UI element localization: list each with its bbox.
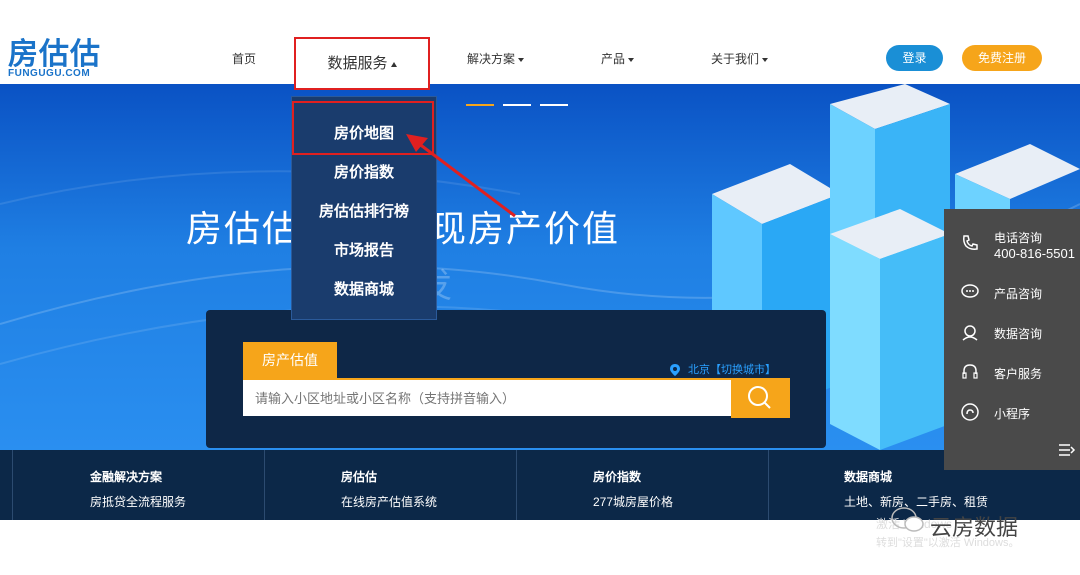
nav-products-label: 产品 [601,52,626,66]
chevron-up-icon [390,61,397,67]
nav-about[interactable]: 关于我们 [711,50,769,67]
logo[interactable]: 房估估 [8,40,101,70]
side-item-customer-service[interactable]: 客户服务 [994,365,1042,382]
phone-consult-label: 电话咨询 [994,231,1043,245]
nav-solutions-label: 解决方案 [467,52,516,66]
menu-item-data-mall[interactable]: 数据商城 [291,278,437,299]
site-header: 房估估 FUNGUGU.COM 首页 解决方案 产品 关于我们 登录 免费注册 [0,0,1080,84]
phone-icon [963,235,978,250]
slider-dot-3[interactable] [540,104,568,106]
feature-desc: 277城房屋价格 [593,495,674,509]
hero-slogan-left: 房估估 [186,209,301,250]
headset-icon [962,364,978,379]
nav-data-services-label: 数据服务 [327,55,388,72]
feature-desc: 在线房产估值系统 [341,495,438,509]
chevron-down-icon [628,57,635,62]
side-item-mini-program[interactable]: 小程序 [994,405,1030,422]
city-switcher[interactable]: 北京【切换城市】 [670,361,776,377]
menu-item-market-report[interactable]: 市场报告 [291,239,437,260]
phone-number[interactable]: 400-816-5501 [994,246,1075,261]
divider [768,450,769,520]
login-button[interactable]: 登录 [886,45,943,71]
logo-subtitle: FUNGUGU.COM [8,68,91,79]
feature-desc: 房抵贷全流程服务 [90,495,187,509]
nav-products[interactable]: 产品 [601,50,635,67]
location-pin-icon [670,364,680,377]
feature-title[interactable]: 金融解决方案 [90,468,162,485]
feature-title[interactable]: 数据商城 [844,468,892,485]
side-item-data-consult[interactable]: 数据咨询 [994,325,1042,342]
chevron-down-icon [762,57,769,62]
divider [264,450,265,520]
divider [516,450,517,520]
annotation-arrow-icon [406,134,516,218]
nav-data-services[interactable]: 数据服务 [294,37,430,90]
nav-about-label: 关于我们 [711,52,760,66]
search-button[interactable] [731,378,790,418]
collapse-icon[interactable] [1058,442,1076,458]
divider [12,450,13,520]
tab-property-valuation[interactable]: 房产估值 [243,342,337,378]
side-item-product-consult[interactable]: 产品咨询 [994,285,1042,302]
feature-title[interactable]: 房估估 [341,468,377,485]
support-icon [962,325,978,341]
city-label: 北京【切换城市】 [688,364,776,376]
chevron-down-icon [518,57,525,62]
slider-dot-2[interactable] [503,104,531,106]
search-input[interactable] [243,378,731,416]
feature-title[interactable]: 房价指数 [593,468,641,485]
wechat-icon [891,507,924,532]
register-button[interactable]: 免费注册 [962,45,1042,71]
brand-watermark: 云房数据 [930,515,1019,540]
nav-home[interactable]: 首页 [232,50,256,67]
slider-dot-1[interactable] [466,104,494,106]
chat-icon [961,284,979,298]
mini-program-icon [961,403,979,421]
nav-solutions[interactable]: 解决方案 [467,50,525,67]
search-icon [748,386,771,409]
